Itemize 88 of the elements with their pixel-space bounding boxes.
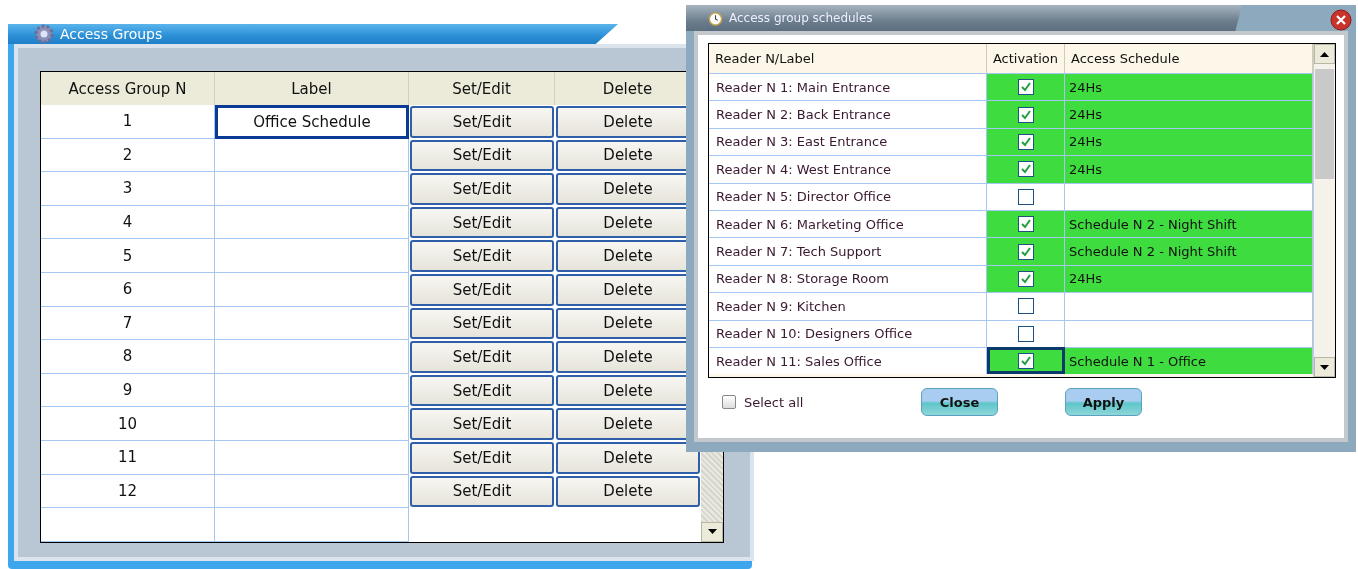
table-cell: 2: [41, 138, 215, 173]
checkbox[interactable]: [1017, 161, 1034, 178]
checkbox[interactable]: [1018, 352, 1034, 369]
label-cell[interactable]: [215, 373, 409, 408]
activation-cell[interactable]: [987, 346, 1065, 375]
label-cell[interactable]: [215, 205, 409, 240]
table-cell: 5: [41, 239, 215, 273]
table-cell: 9: [41, 373, 215, 408]
set-edit-button[interactable]: Set/Edit: [410, 206, 554, 239]
label-cell[interactable]: [215, 172, 409, 206]
reader-label: Reader N 5: Director Office: [709, 182, 987, 210]
label-cell[interactable]: [215, 138, 409, 173]
window-title: Access Groups: [60, 26, 163, 42]
set-edit-button[interactable]: Set/Edit: [410, 475, 554, 508]
set-edit-button[interactable]: Set/Edit: [410, 408, 554, 440]
table-cell: 1: [41, 105, 215, 139]
reader-label: Reader N 1: Main Entrance: [709, 73, 987, 101]
checkbox[interactable]: [1017, 243, 1034, 260]
delete-button[interactable]: Delete: [556, 441, 700, 474]
reader-label: Reader N 11: Sales Office: [709, 346, 987, 375]
set-edit-button[interactable]: Set/Edit: [410, 240, 554, 272]
table-cell: 4: [41, 205, 215, 240]
schedule-cell: Schedule N 2 - Night Shift: [1065, 237, 1313, 265]
checkbox[interactable]: [1017, 188, 1034, 205]
reader-label: Reader N 8: Storage Room: [709, 264, 987, 293]
set-edit-button[interactable]: Set/Edit: [410, 441, 554, 474]
checkbox[interactable]: [1017, 270, 1034, 287]
reader-label: Reader N 6: Marketing Office: [709, 209, 987, 238]
checkbox[interactable]: [1017, 298, 1034, 315]
scroll-up-button[interactable]: [1314, 44, 1335, 64]
label-cell[interactable]: [215, 306, 409, 341]
set-edit-button[interactable]: Set/Edit: [410, 139, 554, 172]
schedule-cell: 24Hs: [1065, 73, 1313, 101]
window-title: Access group schedules: [729, 11, 873, 25]
set-edit-button[interactable]: Set/Edit: [410, 173, 554, 205]
scrollbar[interactable]: [1313, 44, 1335, 377]
column-header[interactable]: Access Group N: [41, 72, 215, 105]
set-edit-button[interactable]: Set/Edit: [410, 341, 554, 373]
down-arrow-icon: [1320, 364, 1329, 370]
set-edit-button[interactable]: Set/Edit: [410, 273, 554, 306]
schedule-cell: 24Hs: [1065, 155, 1313, 183]
scroll-thumb[interactable]: [1315, 69, 1334, 179]
table-cell: 12: [41, 474, 215, 509]
reader-label: Reader N 7: Tech Support: [709, 237, 987, 265]
reader-label: Reader N 10: Designers Office: [709, 319, 987, 347]
label-cell[interactable]: [215, 440, 409, 475]
label-cell[interactable]: [215, 239, 409, 273]
down-arrow-icon: [707, 529, 717, 535]
up-arrow-icon: [1320, 51, 1329, 57]
reader-label: Reader N 4: West Entrance: [709, 155, 987, 183]
schedule-cell: 24Hs: [1065, 264, 1313, 293]
table-cell: 7: [41, 306, 215, 341]
checkbox[interactable]: [1017, 133, 1034, 150]
checkbox[interactable]: [1017, 106, 1034, 123]
checkbox[interactable]: [1017, 79, 1034, 96]
label-cell[interactable]: [215, 474, 409, 509]
label-cell[interactable]: Office Schedule: [215, 105, 409, 139]
close-icon[interactable]: [1330, 9, 1352, 31]
table-cell: 3: [41, 172, 215, 206]
checkbox[interactable]: [722, 395, 736, 409]
schedule-cell: Schedule N 2 - Night Shift: [1065, 209, 1313, 238]
scroll-down-button[interactable]: [1314, 357, 1335, 377]
column-header[interactable]: Set/Edit: [409, 72, 555, 105]
scroll-down-button[interactable]: [701, 521, 723, 542]
set-edit-button[interactable]: Set/Edit: [410, 106, 554, 138]
delete-button[interactable]: Delete: [556, 475, 700, 508]
set-edit-button[interactable]: Set/Edit: [410, 307, 554, 340]
table-cell: 8: [41, 340, 215, 374]
table-cell: 6: [41, 272, 215, 307]
schedule-cell: Schedule N 1 - Office: [1065, 346, 1313, 375]
select-all-label[interactable]: Select all: [744, 394, 804, 410]
reader-label: Reader N 3: East Entrance: [709, 127, 987, 156]
checkbox[interactable]: [1017, 216, 1034, 233]
set-edit-button[interactable]: Set/Edit: [410, 374, 554, 407]
close-button[interactable]: Close: [921, 388, 998, 416]
label-cell[interactable]: [215, 272, 409, 307]
schedule-cell: 24Hs: [1065, 100, 1313, 128]
reader-label: Reader N 2: Back Entrance: [709, 100, 987, 128]
table-cell: 11: [41, 440, 215, 475]
column-header[interactable]: Label: [215, 72, 409, 105]
checkbox[interactable]: [1017, 325, 1034, 342]
table-cell: 10: [41, 407, 215, 441]
label-cell[interactable]: [215, 407, 409, 441]
clock-icon: [708, 10, 723, 26]
apply-button[interactable]: Apply: [1065, 388, 1142, 416]
reader-label: Reader N 9: Kitchen: [709, 292, 987, 320]
schedule-cell: 24Hs: [1065, 127, 1313, 156]
label-cell[interactable]: [215, 340, 409, 374]
